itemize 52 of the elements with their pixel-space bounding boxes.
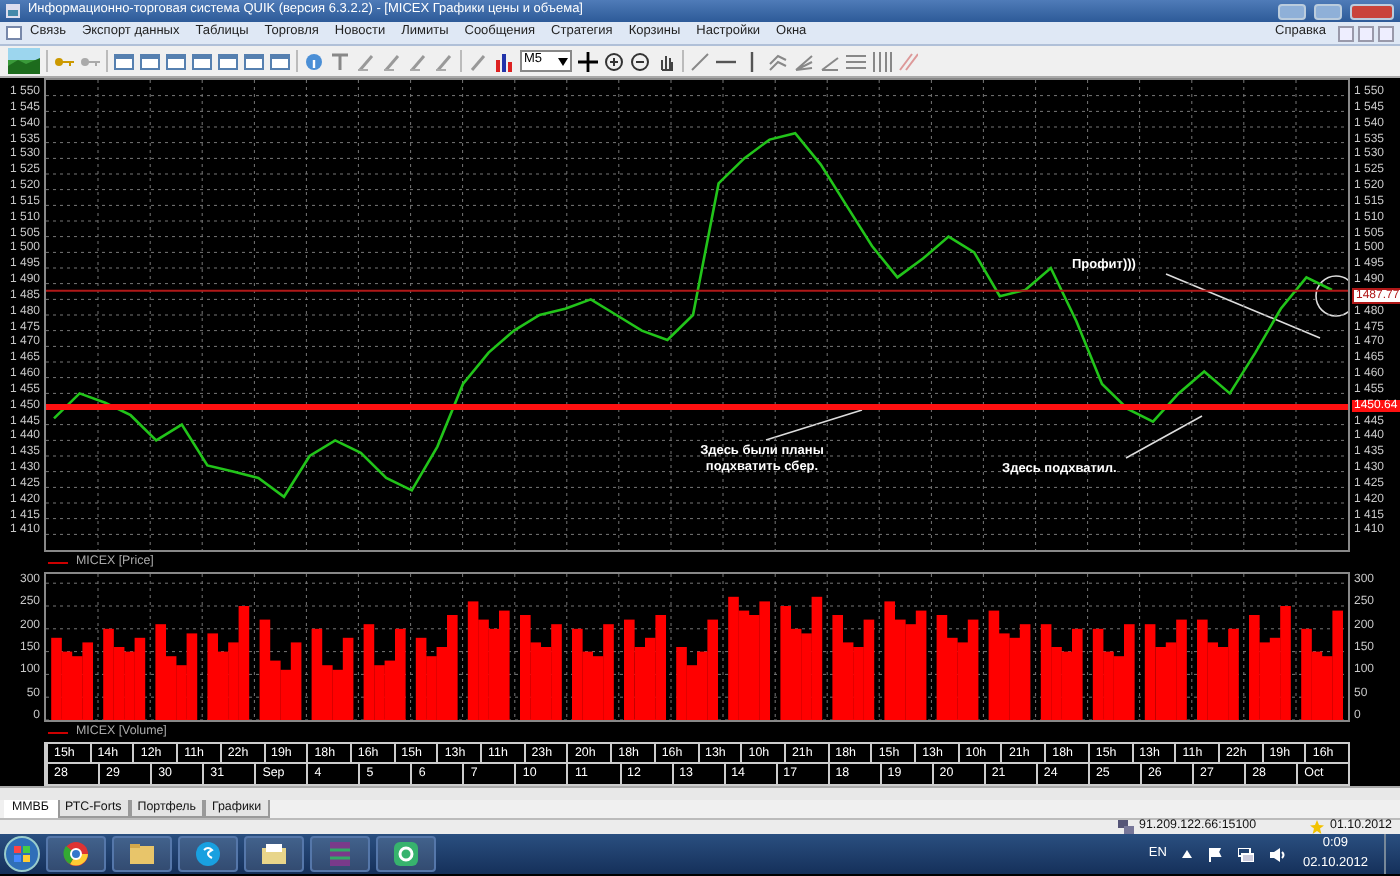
- leader-line: [1125, 415, 1203, 459]
- fan-icon[interactable]: [794, 51, 814, 71]
- window-icon[interactable]: [218, 51, 238, 71]
- window-icon[interactable]: [140, 51, 160, 71]
- pen-icon[interactable]: [356, 51, 376, 71]
- maximize-button[interactable]: [1314, 3, 1342, 19]
- chat-icon[interactable]: [194, 840, 222, 868]
- move-icon[interactable]: [578, 51, 598, 71]
- star-icon: [1310, 820, 1325, 834]
- q-logo-icon[interactable]: [392, 840, 420, 868]
- text-tool-icon[interactable]: [330, 51, 350, 71]
- minimize-button[interactable]: [1278, 3, 1306, 19]
- network-icon: [1117, 820, 1134, 834]
- restore-button[interactable]: [1358, 25, 1374, 41]
- close-button[interactable]: [1350, 3, 1394, 19]
- speaker-icon[interactable]: [1270, 847, 1287, 861]
- chart-logo-icon: [8, 48, 40, 74]
- bar-chart-icon[interactable]: [494, 51, 514, 71]
- flag-icon[interactable]: [1208, 847, 1223, 861]
- angle-icon[interactable]: [820, 51, 840, 71]
- window-icon[interactable]: [114, 51, 134, 71]
- window-icon[interactable]: [244, 51, 264, 71]
- minimize-button[interactable]: [1338, 25, 1354, 41]
- start-button-icon[interactable]: [4, 836, 40, 872]
- info-icon[interactable]: [304, 51, 324, 71]
- diagonal-line-icon[interactable]: [690, 51, 710, 71]
- browser-icon[interactable]: [62, 840, 90, 868]
- document-icon: [6, 26, 22, 40]
- network-icon[interactable]: [1238, 847, 1255, 861]
- app-icon: [6, 4, 20, 18]
- legend-line-icon: [48, 729, 68, 735]
- window-icon[interactable]: [192, 51, 212, 71]
- vertical-lines-icon[interactable]: [872, 51, 892, 71]
- up-arrow-icon[interactable]: [1182, 850, 1193, 858]
- pen-icon[interactable]: [408, 51, 428, 71]
- archive-icon[interactable]: [326, 840, 354, 868]
- scrollbar[interactable]: [0, 786, 1400, 800]
- legend-line-icon: [48, 559, 68, 565]
- caret-icon: [558, 57, 568, 65]
- leader-line: [765, 409, 863, 441]
- channel-icon[interactable]: [768, 51, 788, 71]
- window-icon[interactable]: [270, 51, 290, 71]
- folder-icon[interactable]: [260, 840, 288, 868]
- pen-icon[interactable]: [434, 51, 454, 71]
- zoom-out-icon[interactable]: [630, 51, 650, 71]
- window-icon[interactable]: [166, 51, 186, 71]
- pen-icon[interactable]: [382, 51, 402, 71]
- horizontal-lines-icon[interactable]: [846, 51, 866, 71]
- folder-icon[interactable]: [128, 840, 156, 868]
- parallel-lines-icon[interactable]: [898, 51, 918, 71]
- zoom-in-icon[interactable]: [604, 51, 624, 71]
- close-button[interactable]: [1378, 25, 1394, 41]
